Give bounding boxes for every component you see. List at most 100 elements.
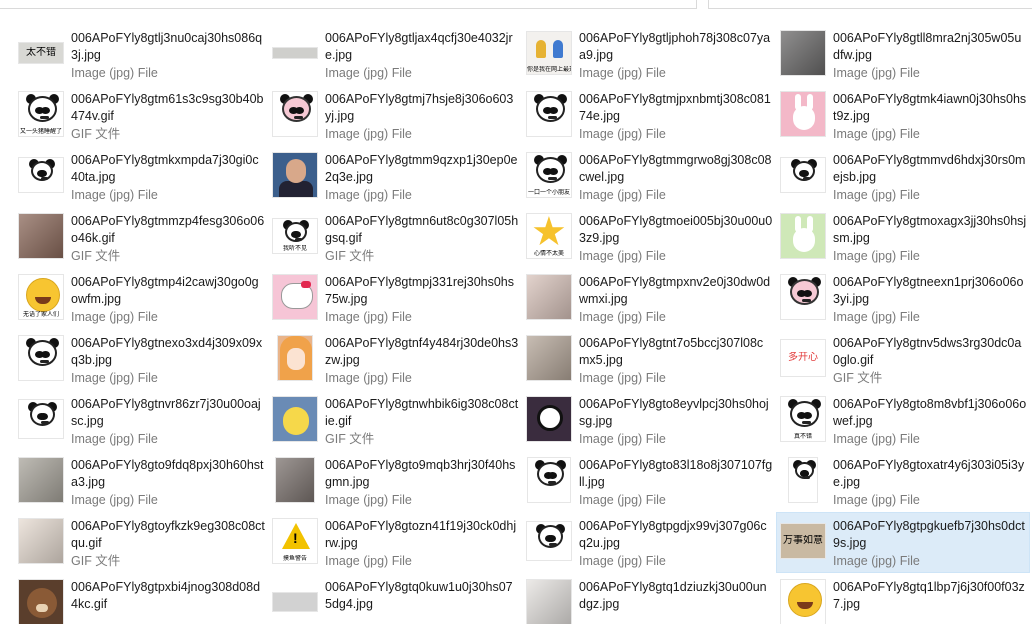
file-info: 006APoFYly8gto8m8vbf1j306o06owef.jpg Imag… <box>833 395 1027 449</box>
header-segment-right[interactable] <box>708 0 1032 9</box>
file-thumbnail <box>17 212 65 260</box>
file-tile[interactable]: 006APoFYly8gto9fdq8pxj30h60hsta3.jpg Imag… <box>14 451 268 512</box>
file-tile[interactable]: 无语了家人们 006APoFYly8gtmp4i2cawj30go0gowfm.j… <box>14 268 268 329</box>
file-name: 006APoFYly8gtmn6ut8c0g307l05hgsq.gif <box>325 214 519 245</box>
file-tile[interactable]: 006APoFYly8gtmj7hsje8j306o603yj.jpg Image… <box>268 85 522 146</box>
file-tile[interactable]: ★ 心情不太美 006APoFYly8gtmoei005bj30u00u03z9.j… <box>522 207 776 268</box>
file-info: 006APoFYly8gtmn6ut8c0g307l05hgsq.gif GIF … <box>325 212 519 266</box>
file-tile[interactable]: 006APoFYly8gto83l18o8j307107fgll.jpg Imag… <box>522 451 776 512</box>
file-type: Image (jpg) File <box>325 371 412 385</box>
file-tile[interactable]: 006APoFYly8gtpgdjx99vj307g06cq2u.jpg Imag… <box>522 512 776 573</box>
file-tile[interactable]: 006APoFYly8gtoyfkzk9eg308c08ctqu.gif GIF … <box>14 512 268 573</box>
file-tile[interactable]: 006APoFYly8gtq1dziuzkj30u00undgz.jpg <box>522 573 776 624</box>
file-tile[interactable]: 006APoFYly8gtmmvd6hdxj30rs0mejsb.jpg Imag… <box>776 146 1030 207</box>
file-thumbnail <box>779 578 827 624</box>
file-tile[interactable]: 006APoFYly8gtoxatr4y6j303i05i3ye.jpg Imag… <box>776 451 1030 512</box>
file-thumbnail <box>271 578 319 624</box>
file-tile[interactable]: 006APoFYly8gtpxbi4jnog308d08d4kc.gif <box>14 573 268 624</box>
thumbnail-image <box>18 457 64 503</box>
file-tile[interactable]: 真不错 006APoFYly8gto8m8vbf1j306o06owef.jpg I… <box>776 390 1030 451</box>
file-info: 006APoFYly8gtmpj331rej30hs0hs75w.jpg Imag… <box>325 273 519 327</box>
thumbnail-image: 多开心 <box>780 339 826 377</box>
file-tile[interactable]: 006APoFYly8gtljax4qcfj30e4032jre.jpg Imag… <box>268 24 522 85</box>
file-info: 006APoFYly8gtnv5dws3rg30dc0a0glo.gif GIF … <box>833 334 1027 388</box>
header-segment-left[interactable] <box>0 0 697 9</box>
file-name: 006APoFYly8gtnt7o5bccj307l08cmx5.jpg <box>579 336 764 367</box>
file-tile[interactable]: 006APoFYly8gtneexn1prj306o06o3yi.jpg Imag… <box>776 268 1030 329</box>
thumbnail-image: 我听不见 <box>272 218 318 254</box>
file-info: 006APoFYly8gtmmvd6hdxj30rs0mejsb.jpg Imag… <box>833 151 1027 205</box>
file-tile[interactable]: ! 摸鱼警告 006APoFYly8gtozn41f19j30ck0dhjrw.jp… <box>268 512 522 573</box>
thumbnail-image <box>780 213 826 259</box>
file-info: 006APoFYly8gtmoei005bj30u00u03z9.jpg Imag… <box>579 212 773 266</box>
file-type: Image (jpg) File <box>325 493 412 507</box>
file-thumbnail: 无语了家人们 <box>17 273 65 321</box>
file-tile[interactable]: 006APoFYly8gtq1lbp7j6j30f00f03z7.jpg <box>776 573 1030 624</box>
thumbnail-image <box>18 335 64 381</box>
file-thumbnail <box>779 151 827 199</box>
file-thumbnail: 我听不见 <box>271 212 319 260</box>
file-tile[interactable]: 006APoFYly8gtmpj331rej30hs0hs75w.jpg Imag… <box>268 268 522 329</box>
thumbnail-image <box>18 579 64 624</box>
file-tile[interactable]: 006APoFYly8gtq0kuw1u0j30hs075dg4.jpg <box>268 573 522 624</box>
file-name: 006APoFYly8gtmjpxnbmtj308c08174e.jpg <box>579 92 771 123</box>
file-info: 006APoFYly8gtmoxagx3jj30hs0hsjsm.jpg Imag… <box>833 212 1027 266</box>
file-tile[interactable]: 006APoFYly8gtmk4iawn0j30hs0hst9z.jpg Imag… <box>776 85 1030 146</box>
file-tile[interactable]: 又一头猪睡醒了 006APoFYly8gtm61s3c9sg30b40b474v.… <box>14 85 268 146</box>
thumbnail-image: ★ 心情不太美 <box>526 213 572 259</box>
file-type: Image (jpg) File <box>579 554 666 568</box>
file-thumbnail: ★ 心情不太美 <box>525 212 573 260</box>
file-name: 006APoFYly8gtmmvd6hdxj30rs0mejsb.jpg <box>833 153 1026 184</box>
thumbnail-image <box>272 47 318 59</box>
file-name: 006APoFYly8gtnexo3xd4j309x09xq3b.jpg <box>71 336 263 367</box>
file-tile[interactable]: 006APoFYly8gtnf4y484rj30de0hs3zw.jpg Imag… <box>268 329 522 390</box>
file-name: 006APoFYly8gtnwhbik6ig308c08ctie.gif <box>325 397 519 428</box>
file-info: 006APoFYly8gto9mqb3hrj30f40hsgmn.jpg Imag… <box>325 456 519 510</box>
file-tile[interactable]: 太不错 006APoFYly8gtlj3nu0caj30hs086q3j.jpg I… <box>14 24 268 85</box>
file-tile[interactable]: 006APoFYly8gtmjpxnbmtj308c08174e.jpg Imag… <box>522 85 776 146</box>
file-info: 006APoFYly8gtll8mra2nj305w05udfw.jpg Imag… <box>833 29 1027 83</box>
thumbnail-image: 万事如意 <box>780 523 826 559</box>
file-tile[interactable]: 006APoFYly8gto9mqb3hrj30f40hsgmn.jpg Imag… <box>268 451 522 512</box>
thumbnail-image: 一口一个小朋友 <box>526 152 572 198</box>
file-tile[interactable]: 我听不见 006APoFYly8gtmn6ut8c0g307l05hgsq.gif… <box>268 207 522 268</box>
thumbnail-image <box>527 457 571 503</box>
file-thumbnail <box>17 334 65 382</box>
file-tile[interactable]: 006APoFYly8gtmkxmpda7j30gi0c40ta.jpg Imag… <box>14 146 268 207</box>
file-tile[interactable]: 006APoFYly8gtnwhbik6ig308c08ctie.gif GIF … <box>268 390 522 451</box>
file-tile[interactable]: 多开心 006APoFYly8gtnv5dws3rg30dc0a0glo.gif G… <box>776 329 1030 390</box>
file-tile[interactable]: 一口一个小朋友 006APoFYly8gtmmgrwo8gj308c08cwel.… <box>522 146 776 207</box>
file-tile[interactable]: 你是我在网上最开心的朋友 006APoFYly8gtljphoh78j308c07… <box>522 24 776 85</box>
file-info: 006APoFYly8gtpxbi4jnog308d08d4kc.gif <box>71 578 265 613</box>
file-tile[interactable]: 006APoFYly8gtnvr86zr7j30u00oajsc.jpg Imag… <box>14 390 268 451</box>
file-tile[interactable]: 006APoFYly8gtnexo3xd4j309x09xq3b.jpg Imag… <box>14 329 268 390</box>
file-thumbnail <box>271 151 319 199</box>
file-tile[interactable]: 006APoFYly8gtnt7o5bccj307l08cmx5.jpg Imag… <box>522 329 776 390</box>
thumbnail-image: 真不错 <box>780 396 826 442</box>
file-name: 006APoFYly8gto9mqb3hrj30f40hsgmn.jpg <box>325 458 516 489</box>
file-tile[interactable]: 006APoFYly8gtmoxagx3jj30hs0hsjsm.jpg Imag… <box>776 207 1030 268</box>
file-name: 006APoFYly8gtmmgrwo8gj308c08cwel.jpg <box>579 153 772 184</box>
file-type: Image (jpg) File <box>579 249 666 263</box>
file-name: 006APoFYly8gto8m8vbf1j306o06owef.jpg <box>833 397 1027 428</box>
file-thumbnail <box>779 29 827 77</box>
file-explorer-window: 太不错 006APoFYly8gtlj3nu0caj30hs086q3j.jpg I… <box>0 0 1032 624</box>
file-name: 006APoFYly8gtmm9qzxp1j30ep0e2q3e.jpg <box>325 153 518 184</box>
thumbnail-caption: 我听不见 <box>282 245 307 252</box>
file-tile[interactable]: 006APoFYly8gtmpxnv2e0j30dw0dwmxi.jpg Imag… <box>522 268 776 329</box>
file-tile[interactable]: 006APoFYly8gtll8mra2nj305w05udfw.jpg Imag… <box>776 24 1030 85</box>
file-tile[interactable]: 006APoFYly8gtmmzp4fesg306o06o46k.gif GIF … <box>14 207 268 268</box>
file-info: 006APoFYly8gtmpxnv2e0j30dw0dwmxi.jpg Imag… <box>579 273 773 327</box>
thumbnail-image <box>18 399 64 439</box>
file-type: Image (jpg) File <box>833 249 920 263</box>
file-thumbnail <box>779 90 827 138</box>
thumbnail-image <box>526 91 572 137</box>
file-info: 006APoFYly8gtmp4i2cawj30go0gowfm.jpg Imag… <box>71 273 265 327</box>
file-info: 006APoFYly8gtnt7o5bccj307l08cmx5.jpg Imag… <box>579 334 773 388</box>
file-type: Image (jpg) File <box>325 310 412 324</box>
file-tile[interactable]: 006APoFYly8gtmm9qzxp1j30ep0e2q3e.jpg Imag… <box>268 146 522 207</box>
file-tile[interactable]: 万事如意 006APoFYly8gtpgkuefb7j30hs0dct9s.jpg… <box>776 512 1030 573</box>
file-info: 006APoFYly8gto9fdq8pxj30h60hsta3.jpg Imag… <box>71 456 265 510</box>
file-tile[interactable]: 006APoFYly8gto8eyvlpcj30hs0hojsg.jpg Imag… <box>522 390 776 451</box>
file-type: Image (jpg) File <box>579 371 666 385</box>
